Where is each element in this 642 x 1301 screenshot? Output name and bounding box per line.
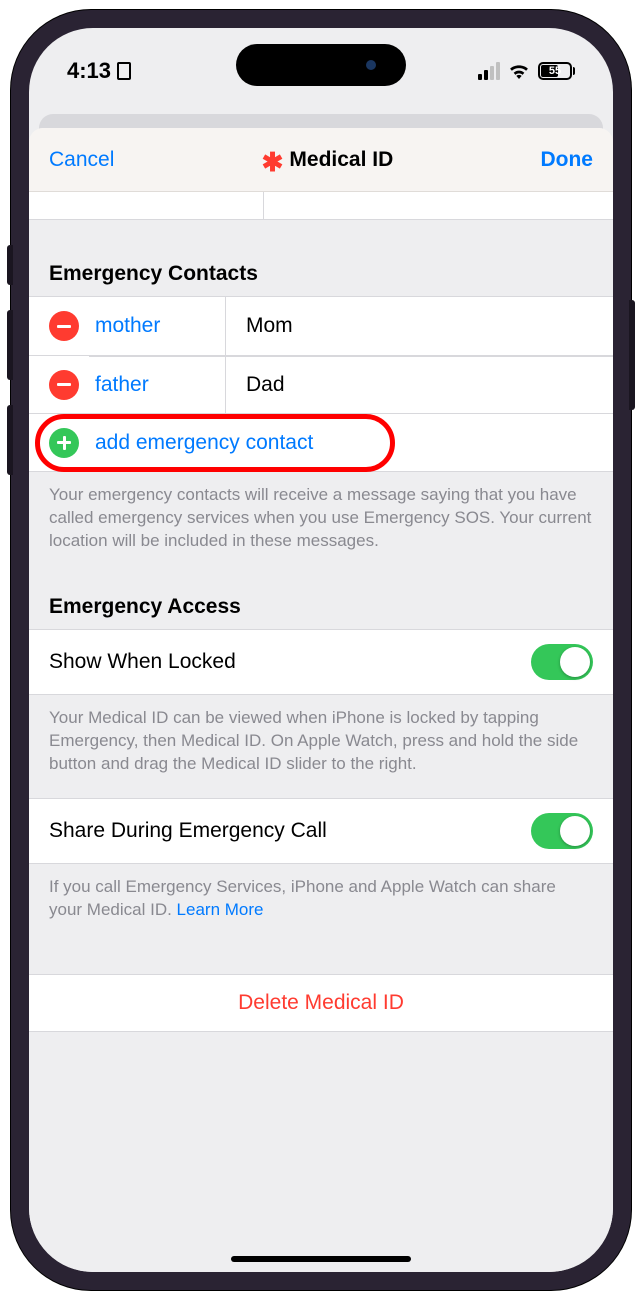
contact-name: Mom [225, 297, 593, 355]
delete-medical-id-button[interactable]: Delete Medical ID [29, 974, 613, 1032]
add-icon[interactable] [49, 428, 79, 458]
show-when-locked-toggle[interactable] [531, 644, 593, 680]
share-during-emergency-toggle[interactable] [531, 813, 593, 849]
cancel-button[interactable]: Cancel [49, 148, 114, 172]
modal-sheet: Cancel ✱ Medical ID Done Emergency Conta… [29, 128, 613, 1272]
medical-asterisk-icon: ✱ [262, 149, 284, 175]
share-during-emergency-footer: If you call Emergency Services, iPhone a… [29, 864, 613, 922]
phone-side-buttons-left [7, 245, 13, 500]
screen: 4:13 55 Cancel ✱ Medical ID Done [29, 28, 613, 1272]
contact-name: Dad [225, 356, 593, 413]
contact-relation[interactable]: mother [95, 314, 225, 338]
dynamic-island [236, 44, 406, 86]
camera-dot [366, 60, 376, 70]
add-emergency-contact-label: add emergency contact [95, 431, 313, 455]
show-when-locked-label: Show When Locked [49, 650, 236, 674]
previous-section-tail [29, 192, 613, 220]
cellular-signal-icon [478, 62, 500, 80]
battery-icon: 55 [538, 62, 575, 80]
status-time: 4:13 [67, 58, 111, 84]
page-title-text: Medical ID [289, 148, 393, 172]
status-portrait-lock-icon [117, 62, 131, 80]
remove-icon[interactable] [49, 311, 79, 341]
contact-row[interactable]: father Dad [29, 355, 613, 413]
learn-more-link[interactable]: Learn More [177, 900, 264, 919]
nav-bar: Cancel ✱ Medical ID Done [29, 128, 613, 192]
phone-frame: 4:13 55 Cancel ✱ Medical ID Done [11, 10, 631, 1290]
contact-row[interactable]: mother Mom [29, 297, 613, 355]
show-when-locked-footer: Your Medical ID can be viewed when iPhon… [29, 695, 613, 776]
share-during-emergency-row: Share During Emergency Call [29, 798, 613, 864]
phone-side-button-right [629, 300, 635, 410]
done-button[interactable]: Done [540, 148, 593, 172]
share-during-emergency-label: Share During Emergency Call [49, 819, 327, 843]
emergency-contacts-list: mother Mom father Dad add emergency cont… [29, 296, 613, 472]
emergency-contacts-header: Emergency Contacts [29, 220, 613, 296]
show-when-locked-row: Show When Locked [29, 629, 613, 695]
remove-icon[interactable] [49, 370, 79, 400]
home-indicator[interactable] [231, 1256, 411, 1262]
scroll-content[interactable]: Emergency Contacts mother Mom father Dad [29, 192, 613, 1272]
emergency-access-header: Emergency Access [29, 553, 613, 629]
contact-relation[interactable]: father [95, 373, 225, 397]
wifi-icon [508, 63, 530, 79]
emergency-contacts-footer: Your emergency contacts will receive a m… [29, 472, 613, 553]
add-emergency-contact-row[interactable]: add emergency contact [29, 413, 613, 471]
page-title: ✱ Medical ID [262, 147, 394, 173]
